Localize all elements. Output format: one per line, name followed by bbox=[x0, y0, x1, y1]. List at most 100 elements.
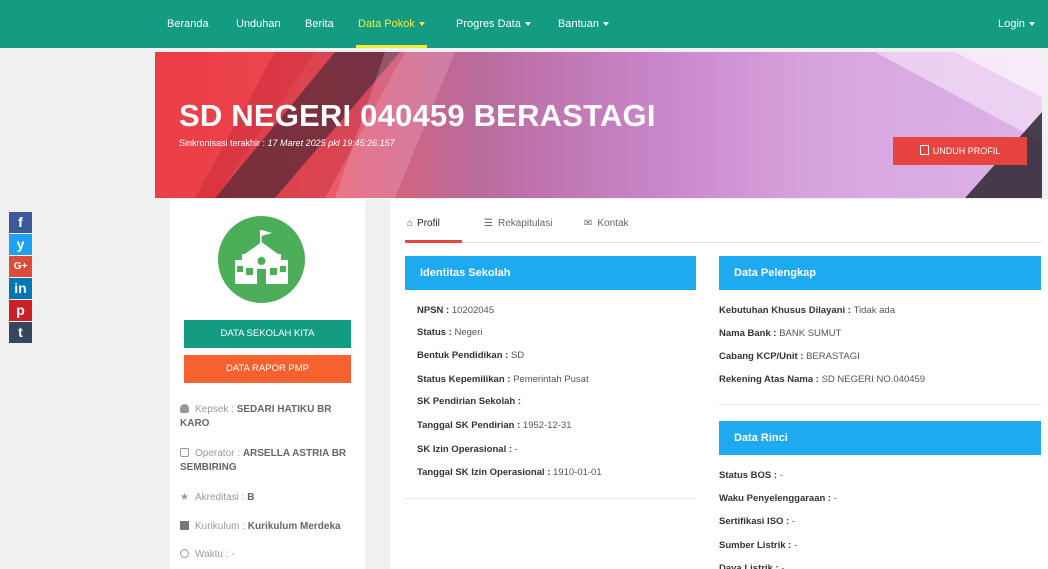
kepsek-info: Kepsek : SEDARI HATIKU BR KARO bbox=[180, 403, 358, 431]
waktu-info: Waktu : - bbox=[180, 548, 358, 562]
tab-profil[interactable]: ⌂ Profil bbox=[407, 218, 440, 229]
nav-bantuan[interactable]: Bantuan bbox=[558, 0, 609, 48]
google-plus-icon[interactable]: G+ bbox=[9, 256, 32, 277]
pelengkap-row: Kebutuhan Khusus Dilayani : Tidak ada bbox=[719, 305, 895, 316]
rinci-value: - bbox=[791, 516, 796, 527]
facebook-icon[interactable]: f bbox=[9, 212, 32, 233]
user-icon bbox=[180, 404, 189, 413]
rinci-key: Sertifikasi ISO : bbox=[719, 516, 792, 527]
akreditasi-info: ★ Akreditasi : B bbox=[180, 491, 358, 505]
clock-icon bbox=[180, 549, 189, 558]
file-download-icon bbox=[919, 145, 929, 155]
school-building-icon bbox=[218, 216, 305, 303]
rinci-key: Daya Listrik : bbox=[719, 563, 782, 569]
identitas-divider bbox=[405, 498, 696, 499]
waktu-label: Waktu : bbox=[195, 549, 232, 560]
kepsek-label: Kepsek : bbox=[195, 404, 237, 415]
tab-profil-label: Profil bbox=[417, 218, 440, 229]
identitas-row: Bentuk Pendidikan : SD bbox=[417, 350, 524, 361]
pelengkap-key: Kebutuhan Khusus Dilayani : bbox=[719, 305, 854, 316]
identitas-key: Status Kepemilikan : bbox=[417, 374, 514, 385]
tab-kontak-label: Kontak bbox=[597, 218, 629, 229]
download-profile-button[interactable]: UNDUH PROFIL bbox=[893, 137, 1027, 165]
rinci-key: Status BOS : bbox=[719, 470, 780, 481]
tab-rekapitulasi[interactable]: ☰ Rekapitulasi bbox=[484, 218, 552, 229]
identitas-row: Status : Negeri bbox=[417, 327, 482, 338]
nav-beranda[interactable]: Beranda bbox=[167, 0, 209, 48]
pelengkap-row: Nama Bank : BANK SUMUT bbox=[719, 328, 841, 339]
school-banner: SD NEGERI 040459 BERASTAGI Sinkronisasi … bbox=[155, 52, 1042, 198]
identitas-key: SK Izin Operasional : bbox=[417, 444, 515, 455]
tab-rekapitulasi-label: Rekapitulasi bbox=[497, 218, 553, 229]
identitas-sekolah-header: Identitas Sekolah bbox=[405, 256, 696, 290]
sync-time: 17 Maret 2025 pkl 19:45:26.157 bbox=[267, 138, 395, 148]
pelengkap-key: Cabang KCP/Unit : bbox=[719, 351, 807, 362]
akreditasi-value: B bbox=[247, 492, 255, 503]
chevron-down-icon bbox=[602, 22, 609, 27]
rinci-value: - bbox=[793, 540, 798, 551]
nav-data-pokok[interactable]: Data Pokok bbox=[356, 0, 427, 48]
identitas-value: Pemerintah Pusat bbox=[513, 374, 589, 385]
linkedin-icon[interactable]: in bbox=[9, 278, 32, 299]
chevron-down-icon bbox=[1028, 22, 1035, 27]
nav-progres-data-label: Progres Data bbox=[456, 18, 521, 30]
list-icon: ☰ bbox=[484, 218, 493, 229]
star-icon: ★ bbox=[180, 492, 189, 503]
identitas-row: NPSN : 10202045 bbox=[417, 305, 494, 316]
tab-kontak[interactable]: ✉ Kontak bbox=[584, 218, 629, 229]
rinci-row: Sumber Listrik : - bbox=[719, 540, 797, 551]
rinci-value: - bbox=[781, 563, 785, 569]
tab-divider bbox=[405, 242, 1042, 243]
twitter-icon[interactable]: y bbox=[9, 234, 32, 255]
book-icon bbox=[180, 521, 189, 530]
nav-login-label: Login bbox=[998, 18, 1025, 30]
data-sekolah-kita-button[interactable]: DATA SEKOLAH KITA bbox=[184, 320, 351, 348]
rinci-value: - bbox=[779, 470, 783, 481]
rinci-key: Waku Penyelenggaraan : bbox=[719, 493, 834, 504]
sync-info: Sinkronisasi terakhir : 17 Maret 2025 pk… bbox=[179, 138, 395, 148]
identitas-row: SK Izin Operasional : - bbox=[417, 444, 518, 455]
phone-icon bbox=[180, 448, 189, 457]
identitas-row: Tanggal SK Pendirian : 1952-12-31 bbox=[417, 420, 572, 431]
pelengkap-value: SD NEGERI NO.040459 bbox=[821, 374, 926, 385]
identitas-value: 1952-12-31 bbox=[522, 420, 572, 431]
rinci-row: Status BOS : - bbox=[719, 470, 783, 481]
identitas-row: Tanggal SK Izin Operasional : 1910-01-01 bbox=[417, 467, 602, 478]
operator-info: Operator : ARSELLA ASTRIA BR SEMBIRING bbox=[180, 447, 358, 475]
rinci-row: Sertifikasi ISO : - bbox=[719, 516, 795, 527]
kurikulum-label: Kurikulum : bbox=[195, 521, 248, 532]
identitas-value: 1910-01-01 bbox=[553, 467, 602, 478]
nav-unduhan[interactable]: Unduhan bbox=[236, 0, 281, 48]
identitas-value: Negeri bbox=[454, 327, 483, 338]
pelengkap-value: BANK SUMUT bbox=[779, 328, 842, 339]
tab-active-indicator bbox=[405, 240, 462, 243]
chevron-down-icon bbox=[524, 22, 531, 27]
nav-berita[interactable]: Berita bbox=[305, 0, 334, 48]
kurikulum-value: Kurikulum Merdeka bbox=[247, 521, 341, 532]
tumblr-icon[interactable]: t bbox=[9, 322, 32, 343]
identitas-row: SK Pendirian Sekolah : bbox=[417, 396, 521, 407]
download-profile-label: UNDUH PROFIL bbox=[932, 146, 1001, 156]
school-name-title: SD NEGERI 040459 BERASTAGI bbox=[179, 98, 656, 133]
identitas-value: - bbox=[514, 444, 518, 455]
identitas-row: Status Kepemilikan : Pemerintah Pusat bbox=[417, 374, 589, 385]
nav-progres-data[interactable]: Progres Data bbox=[456, 0, 531, 48]
pelengkap-key: Nama Bank : bbox=[719, 328, 780, 339]
pinterest-icon[interactable]: p bbox=[9, 300, 32, 321]
data-rapor-pmp-button[interactable]: DATA RAPOR PMP bbox=[184, 355, 351, 383]
identitas-key: Status : bbox=[417, 327, 455, 338]
identitas-key: Bentuk Pendidikan : bbox=[417, 350, 511, 361]
rinci-value: - bbox=[833, 493, 837, 504]
rinci-row: Waku Penyelenggaraan : - bbox=[719, 493, 837, 504]
pelengkap-key: Rekening Atas Nama : bbox=[719, 374, 822, 385]
sync-label: Sinkronisasi terakhir : bbox=[179, 138, 268, 148]
pelengkap-value: BERASTAGI bbox=[806, 351, 860, 362]
operator-label: Operator : bbox=[195, 448, 243, 459]
nav-login[interactable]: Login bbox=[998, 0, 1035, 48]
waktu-value: - bbox=[231, 549, 235, 560]
bank-icon: ⌂ bbox=[407, 218, 414, 229]
identitas-key: Tanggal SK Pendirian : bbox=[417, 420, 523, 431]
akreditasi-label: Akreditasi : bbox=[194, 492, 248, 503]
nav-data-pokok-label: Data Pokok bbox=[358, 18, 415, 30]
data-rinci-header: Data Rinci bbox=[719, 421, 1041, 455]
